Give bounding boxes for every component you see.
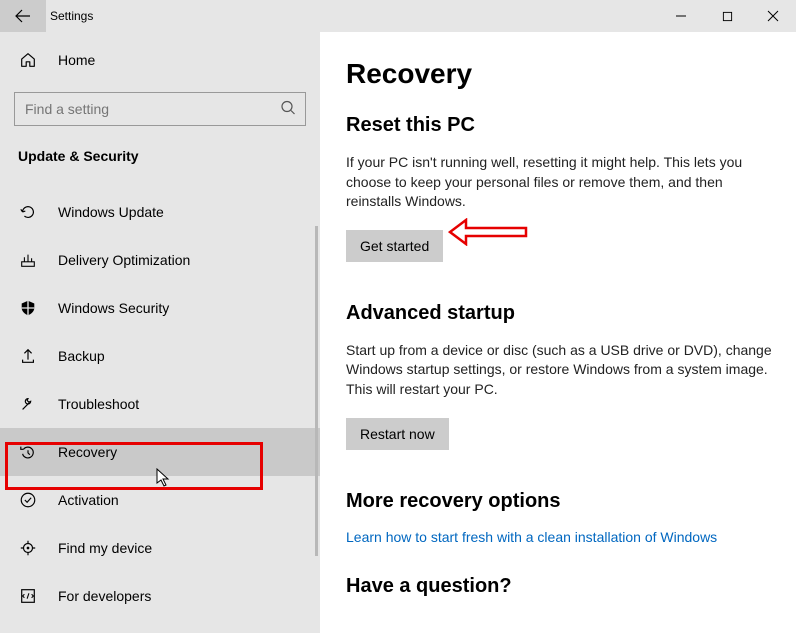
sidebar-item-label: Troubleshoot <box>58 396 139 412</box>
locate-icon <box>18 538 38 558</box>
advanced-heading: Advanced startup <box>346 302 774 325</box>
sidebar-item-recovery[interactable]: Recovery <box>0 428 320 476</box>
check-icon <box>18 490 38 510</box>
restart-now-button[interactable]: Restart now <box>346 418 449 450</box>
sidebar-item-label: Backup <box>58 348 105 364</box>
search-input[interactable] <box>14 92 306 126</box>
sidebar-item-delivery-optimization[interactable]: Delivery Optimization <box>0 236 320 284</box>
reset-body: If your PC isn't running well, resetting… <box>346 153 774 212</box>
refresh-icon <box>18 202 38 222</box>
close-icon <box>767 10 779 22</box>
home-icon <box>18 50 38 70</box>
question-heading: Have a question? <box>346 575 774 598</box>
more-section: More recovery options Learn how to start… <box>346 490 774 545</box>
optimize-icon <box>18 250 38 270</box>
sidebar-item-label: Activation <box>58 492 119 508</box>
fresh-install-link[interactable]: Learn how to start fresh with a clean in… <box>346 529 774 545</box>
minimize-button[interactable] <box>658 0 704 32</box>
sidebar-item-label: For developers <box>58 588 151 604</box>
dev-icon <box>18 586 38 606</box>
sidebar-item-find-my-device[interactable]: Find my device <box>0 524 320 572</box>
minimize-icon <box>675 10 687 22</box>
sidebar-item-label: Find my device <box>58 540 152 556</box>
maximize-icon <box>722 11 733 22</box>
sidebar-item-troubleshoot[interactable]: Troubleshoot <box>0 380 320 428</box>
more-heading: More recovery options <box>346 490 774 513</box>
sidebar: Home Update & Security Windows Update Del… <box>0 32 320 633</box>
wrench-icon <box>18 394 38 414</box>
back-arrow-icon <box>15 8 31 24</box>
advanced-body: Start up from a device or disc (such as … <box>346 341 774 400</box>
upload-icon <box>18 346 38 366</box>
sidebar-item-label: Recovery <box>58 444 117 460</box>
page-title: Recovery <box>346 58 774 90</box>
sidebar-item-label: Windows Security <box>58 300 169 316</box>
titlebar: Settings <box>0 0 796 32</box>
reset-section: Reset this PC If your PC isn't running w… <box>346 114 774 262</box>
search-icon <box>280 100 296 119</box>
recovery-icon <box>18 442 38 462</box>
sidebar-group-header: Update & Security <box>0 138 320 174</box>
sidebar-item-label: Windows Update <box>58 204 164 220</box>
back-button[interactable] <box>0 0 46 32</box>
reset-heading: Reset this PC <box>346 114 774 137</box>
shield-icon <box>18 298 38 318</box>
get-started-button[interactable]: Get started <box>346 230 443 262</box>
home-label: Home <box>58 52 95 68</box>
sidebar-item-activation[interactable]: Activation <box>0 476 320 524</box>
sidebar-item-label: Delivery Optimization <box>58 252 190 268</box>
advanced-section: Advanced startup Start up from a device … <box>346 302 774 450</box>
home-nav[interactable]: Home <box>0 36 320 84</box>
content-pane: Recovery Reset this PC If your PC isn't … <box>320 32 796 633</box>
window-title: Settings <box>50 9 93 23</box>
maximize-button[interactable] <box>704 0 750 32</box>
close-button[interactable] <box>750 0 796 32</box>
sidebar-item-for-developers[interactable]: For developers <box>0 572 320 620</box>
sidebar-scrollbar[interactable] <box>315 226 318 556</box>
sidebar-item-backup[interactable]: Backup <box>0 332 320 380</box>
sidebar-item-windows-update[interactable]: Windows Update <box>0 188 320 236</box>
sidebar-item-windows-security[interactable]: Windows Security <box>0 284 320 332</box>
